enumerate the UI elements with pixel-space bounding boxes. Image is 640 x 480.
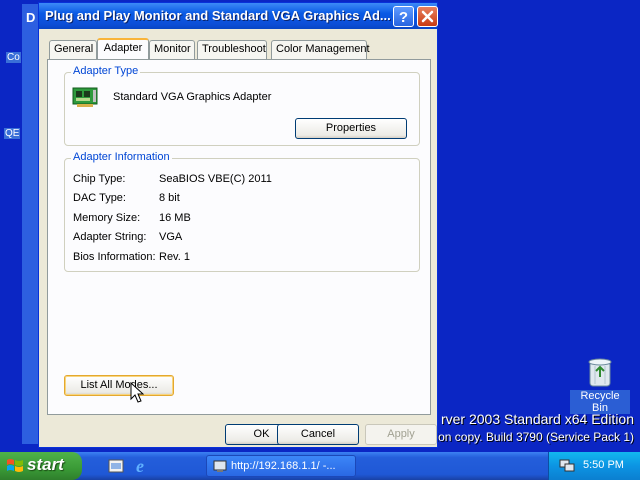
tab-troubleshoot[interactable]: Troubleshoot (197, 40, 267, 59)
recycle-bin[interactable]: Recycle Bin (570, 356, 630, 414)
dialog-titlebar[interactable]: Plug and Play Monitor and Standard VGA G… (39, 3, 438, 29)
desktop-icon-label-qemu[interactable]: QE (4, 128, 21, 139)
list-all-modes-button[interactable]: List All Modes... (64, 375, 174, 396)
start-button[interactable]: start (0, 452, 82, 480)
network-tray-icon[interactable] (559, 458, 575, 474)
info-value: 8 bit (159, 192, 180, 204)
properties-button[interactable]: Properties (295, 118, 407, 139)
info-row-dac-type: DAC Type: 8 bit (73, 192, 180, 204)
svg-text:e: e (136, 456, 144, 476)
mouse-cursor-icon (130, 382, 144, 403)
adapter-card-icon (72, 87, 98, 107)
taskbar-item-label: http://192.168.1.1/ -... (231, 460, 336, 472)
system-tray: 5:50 PM (548, 452, 640, 480)
adapter-name: Standard VGA Graphics Adapter (113, 91, 272, 103)
info-row-bios-information: Bios Information: Rev. 1 (73, 251, 190, 263)
info-row-memory-size: Memory Size: 16 MB (73, 212, 191, 224)
tab-color-management[interactable]: Color Management (271, 40, 370, 59)
recycle-bin-icon (588, 358, 612, 387)
os-watermark-build: uation copy. Build 3790 (Service Pack 1) (418, 430, 634, 444)
taskbar-item-browser[interactable]: http://192.168.1.1/ -... (206, 455, 356, 477)
info-key: Memory Size: (73, 212, 141, 224)
background-window-title: D (26, 10, 36, 25)
tab-adapter[interactable]: Adapter (97, 38, 149, 60)
windows-flag-icon (7, 459, 23, 472)
network-tray-icon (213, 460, 227, 472)
desktop: D Co QE rver 2003 Standard x64 Edition u… (0, 0, 640, 452)
adapter-type-group: Adapter Type Standard VGA Graphics Adapt… (64, 65, 420, 146)
recycle-bin-label: Recycle Bin (570, 390, 630, 414)
display-properties-dialog: Plug and Play Monitor and Standard VGA G… (38, 2, 438, 448)
internet-explorer-icon[interactable]: e (130, 456, 150, 476)
info-value: VGA (159, 231, 183, 243)
close-button[interactable] (417, 6, 438, 27)
cancel-button[interactable]: Cancel (277, 424, 359, 445)
start-label: start (27, 455, 64, 474)
adapter-information-group-label: Adapter Information (71, 151, 172, 163)
taskbar: start e http://192.168.1.1/ -... 5:50 PM (0, 452, 640, 480)
info-key: Chip Type: (73, 173, 126, 185)
adapter-type-group-label: Adapter Type (71, 65, 141, 77)
tab-general[interactable]: General (49, 40, 97, 59)
info-row-chip-type: Chip Type: SeaBIOS VBE(C) 2011 (73, 173, 272, 185)
apply-button[interactable]: Apply (365, 424, 437, 445)
clock[interactable]: 5:50 PM (583, 459, 624, 471)
help-icon: ? (399, 9, 408, 26)
info-key: DAC Type: (73, 192, 126, 204)
info-value: Rev. 1 (159, 251, 190, 263)
adapter-tab-panel: Adapter Type Standard VGA Graphics Adapt… (47, 59, 431, 415)
info-key: Adapter String: (73, 231, 147, 243)
info-key: Bios Information: (73, 251, 156, 263)
tab-monitor[interactable]: Monitor (149, 40, 195, 59)
quick-launch-icon[interactable] (106, 456, 126, 476)
help-button[interactable]: ? (393, 6, 414, 27)
info-value: 16 MB (159, 212, 191, 224)
svg-text:?: ? (399, 9, 408, 26)
adapter-information-group: Adapter Information Chip Type: SeaBIOS VB… (64, 151, 420, 272)
info-row-adapter-string: Adapter String: VGA (73, 231, 182, 243)
info-value: SeaBIOS VBE(C) 2011 (159, 173, 272, 185)
desktop-icon-label-computer[interactable]: Co (6, 52, 21, 63)
dialog-title: Plug and Play Monitor and Standard VGA G… (45, 8, 391, 23)
close-icon (421, 10, 434, 23)
